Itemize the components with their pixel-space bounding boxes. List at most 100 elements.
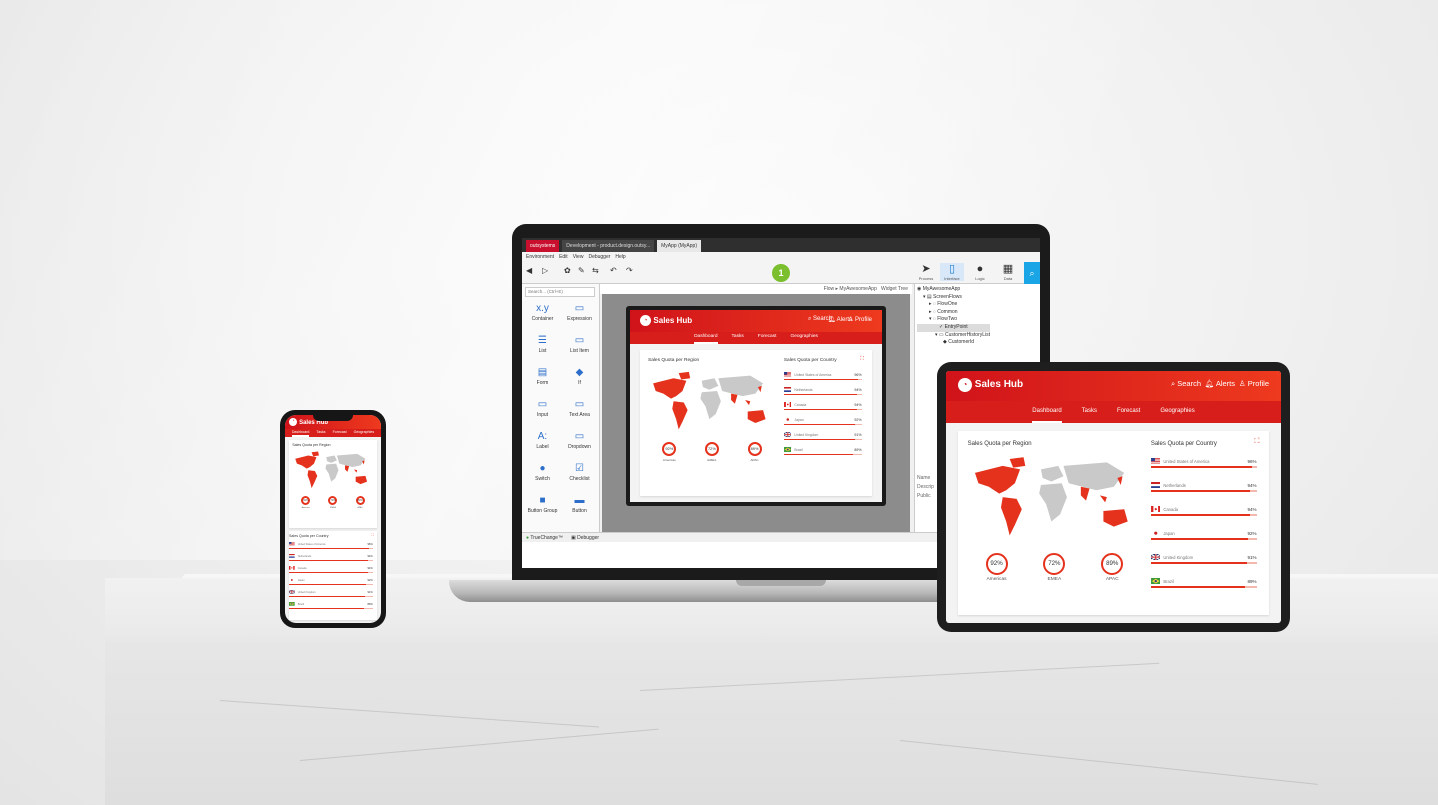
back-icon[interactable]: ◀: [526, 266, 532, 275]
expand-icon[interactable]: ⛶: [1255, 438, 1260, 446]
debugger-tab[interactable]: ▣ Debugger: [571, 533, 599, 542]
tab-dashboard[interactable]: Dashboard: [291, 429, 310, 437]
toolbox-search-input[interactable]: Search... (Ctrl+E): [525, 287, 595, 297]
region-dials: 92% Americas 72% EMEA 89% APAC: [648, 442, 776, 462]
tab-geographies[interactable]: Geographies: [354, 429, 375, 437]
tree-node[interactable]: ▾ ▤ ScreenFlows: [917, 294, 990, 302]
tree-node[interactable]: ◉ MyAwesomeApp: [917, 286, 990, 294]
country-row[interactable]: United States of America 96%: [289, 542, 373, 554]
country-row[interactable]: United States of America 96%: [1150, 458, 1257, 482]
country-row[interactable]: Japan 92%: [289, 578, 373, 590]
menu-help[interactable]: Help: [615, 252, 625, 262]
undo-icon[interactable]: ↶: [610, 266, 617, 275]
widget-input[interactable]: ▭ Input: [524, 397, 561, 424]
design-canvas[interactable]: ◔ Sales Hub ♙ Profile 🔔︎ Alerts ⌕ Search Das…: [602, 294, 910, 532]
tree-node[interactable]: ▾ ◌ FlowTwo: [917, 316, 990, 324]
debugger-icon: ▣: [570, 535, 576, 541]
country-row[interactable]: United Kingdom 91%: [783, 432, 862, 447]
widget-if[interactable]: ◆ If: [561, 365, 598, 392]
forward-icon[interactable]: ▷: [542, 266, 548, 275]
tab-geographies[interactable]: Geographies: [790, 332, 817, 344]
menu-debugger[interactable]: Debugger: [588, 252, 610, 262]
interface-tab[interactable]: ▯ Interface: [940, 263, 964, 281]
us-flag-icon: [289, 542, 295, 546]
app-logo-icon: ◔: [958, 377, 972, 392]
expand-icon[interactable]: ⛶: [371, 533, 374, 537]
country-row[interactable]: United Kingdom 91%: [289, 590, 373, 602]
country-row[interactable]: United Kingdom 91%: [1150, 554, 1257, 578]
menu-environment[interactable]: Environment: [526, 252, 554, 262]
widget-list-item[interactable]: ▭ List Item: [561, 333, 598, 360]
country-row[interactable]: Brazil 89%: [1150, 578, 1257, 602]
ide-tab-environment[interactable]: Development - product.design.outsy...: [562, 240, 655, 252]
map-southeast-asia: [354, 469, 358, 473]
jp-flag-icon: [783, 417, 792, 423]
country-row[interactable]: Canada 94%: [1150, 506, 1257, 530]
country-row[interactable]: Japan 92%: [783, 417, 862, 432]
process-tab[interactable]: ➤ Process: [914, 263, 938, 281]
widget-text-area[interactable]: ▭ Text Area: [561, 397, 598, 424]
wrench-icon[interactable]: ✎: [578, 266, 585, 275]
country-row[interactable]: Japan 92%: [1150, 530, 1257, 554]
widget-dropdown[interactable]: ▭ Dropdown: [561, 429, 598, 456]
country-row[interactable]: Brazil 89%: [783, 447, 862, 462]
publish-button[interactable]: 1: [772, 264, 790, 282]
country-row[interactable]: Brazil 89%: [289, 602, 373, 614]
country-row[interactable]: Canada 94%: [783, 402, 862, 417]
search-button[interactable]: ⌕ Search: [808, 316, 832, 323]
app-brand[interactable]: ◔ Sales Hub: [640, 314, 692, 327]
menu-view[interactable]: View: [573, 252, 584, 262]
widget-container[interactable]: x.y Container: [524, 301, 561, 328]
country-section: Sales Quota per Country United States of…: [1150, 431, 1269, 615]
app-brand[interactable]: ◔ Sales Hub: [958, 377, 1023, 392]
data-tab[interactable]: ▦ Data: [996, 263, 1020, 281]
alerts-button[interactable]: 🔔︎ Alerts: [1205, 379, 1235, 388]
tab-dashboard[interactable]: Dashboard: [694, 332, 718, 344]
tree-node[interactable]: ▸ ◌ FlowOne: [917, 301, 990, 309]
tree-node[interactable]: ▾ ▭ CustomerHistoryList: [917, 332, 990, 340]
ide-tab-logo[interactable]: outsystems: [526, 240, 560, 252]
alerts-icon: 🔔︎: [1204, 379, 1215, 389]
country-row[interactable]: Canada 94%: [289, 566, 373, 578]
tree-node[interactable]: ▸ ◌ Common: [917, 309, 990, 317]
map-north-america: [974, 466, 1020, 495]
expand-icon[interactable]: ⛶: [860, 356, 864, 363]
widget-tree-link[interactable]: Widget Tree: [881, 286, 908, 292]
region-dial-value: 92%: [985, 553, 1008, 576]
ide-tab-app[interactable]: MyApp (MyApp): [657, 240, 701, 252]
redo-icon[interactable]: ↷: [626, 266, 633, 275]
tab-geographies[interactable]: Geographies: [1160, 401, 1194, 423]
widget-switch[interactable]: ● Switch: [524, 461, 561, 488]
menu-edit[interactable]: Edit: [559, 252, 568, 262]
country-progress-fill: [1150, 466, 1253, 468]
tab-forecast[interactable]: Forecast: [333, 429, 347, 437]
tab-dashboard[interactable]: Dashboard: [1032, 401, 1062, 423]
settings-icon[interactable]: ✿: [564, 266, 571, 275]
widget-label-item[interactable]: A: Label: [524, 429, 561, 456]
tab-tasks[interactable]: Tasks: [1082, 401, 1097, 423]
widget-button[interactable]: ▬ Button: [561, 493, 598, 520]
search-icon[interactable]: ⌕: [1024, 262, 1040, 284]
widget-expression[interactable]: ▭ Expression: [561, 301, 598, 328]
country-row[interactable]: Netherlands 94%: [783, 387, 862, 402]
widget-button-group[interactable]: ■ Button Group: [524, 493, 561, 520]
country-row[interactable]: Netherlands 94%: [289, 554, 373, 566]
country-row[interactable]: Netherlands 94%: [1150, 482, 1257, 506]
search-button[interactable]: ⌕ Search: [1171, 379, 1201, 389]
tab-forecast[interactable]: Forecast: [1117, 401, 1140, 423]
tab-forecast[interactable]: Forecast: [758, 332, 777, 344]
truechange-tab[interactable]: ● TrueChange™: [526, 533, 563, 542]
widget-list[interactable]: ☰ List: [524, 333, 561, 360]
tree-node-selected[interactable]: ✓ EntryPoint: [917, 323, 991, 332]
widget-checklist[interactable]: ☑ Checklist: [561, 461, 598, 488]
merge-icon[interactable]: ⇆: [592, 266, 599, 275]
tree-node[interactable]: ◆ CustomerId: [917, 339, 990, 347]
breadcrumb-flow[interactable]: Flow ▸ MyAwesomeApp: [824, 286, 877, 292]
profile-icon: ♙: [1238, 379, 1246, 389]
logic-tab[interactable]: ● Logic: [968, 263, 992, 281]
tab-tasks[interactable]: Tasks: [732, 332, 744, 344]
country-row[interactable]: United States of America 96%: [783, 372, 862, 387]
tab-tasks[interactable]: Tasks: [316, 429, 325, 437]
profile-button[interactable]: ♙ Profile: [1239, 379, 1269, 388]
widget-form[interactable]: ▤ Form: [524, 365, 561, 392]
